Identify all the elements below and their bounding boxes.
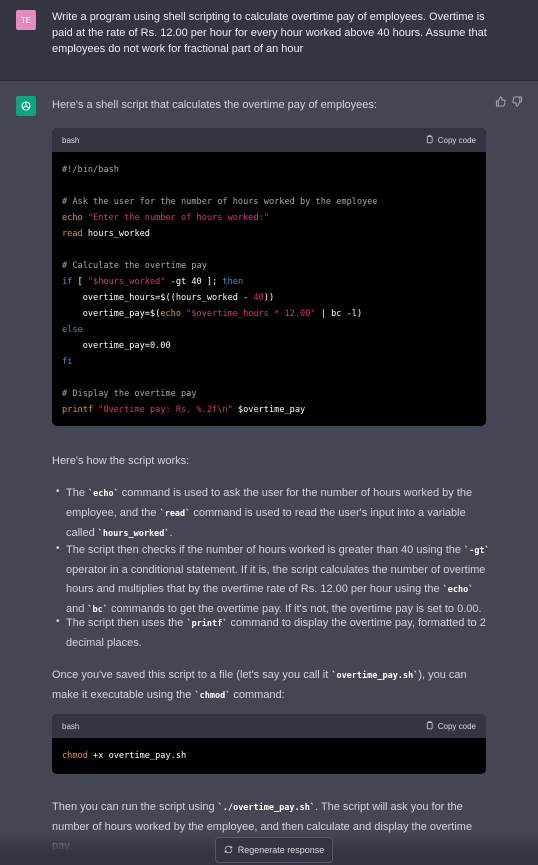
- code-header: bash Copy code: [52, 128, 486, 152]
- regenerate-label: Regenerate response: [237, 845, 325, 855]
- code-line: fi: [62, 357, 73, 367]
- inline-code: `echo`: [88, 489, 119, 499]
- code-command: chmod: [62, 751, 88, 761]
- user-message-row: TE Write a program using shell scripting…: [0, 0, 538, 81]
- text-fragment: The script then uses the: [66, 617, 187, 629]
- code-line: #!/bin/bash: [62, 165, 119, 175]
- inline-code: `-gt`: [464, 546, 490, 556]
- clipboard-icon: [425, 134, 434, 146]
- thumbs-down-icon[interactable]: [512, 96, 523, 110]
- code-body: #!/bin/bash # Ask the user for the numbe…: [52, 152, 486, 426]
- inline-code: `chmod`: [194, 691, 231, 701]
- copy-code-label: Copy code: [437, 135, 476, 145]
- text-fragment: .: [169, 527, 173, 539]
- code-language: bash: [62, 721, 80, 731]
- save-paragraph: Once you've saved this script to a file …: [52, 666, 492, 706]
- text-fragment: operator in a conditional statement. If …: [66, 564, 486, 595]
- list-item: The script then uses the `printf` comman…: [66, 614, 490, 653]
- text-fragment: Once you've saved this script to a file …: [52, 669, 332, 681]
- bullet-marker: •: [56, 616, 60, 627]
- regenerate-response-button[interactable]: Regenerate response: [215, 837, 333, 863]
- assistant-intro: Here's a shell script that calculates th…: [52, 99, 377, 111]
- code-line: # Ask the user for the number of hours w…: [62, 197, 378, 207]
- inline-code: `printf`: [186, 619, 228, 629]
- user-avatar: TE: [16, 10, 36, 30]
- code-line: # Display the overtime pay: [62, 389, 197, 399]
- how-heading: Here's how the script works:: [52, 455, 190, 467]
- code-line: if [ "$hours_worked" -gt 40 ]; then: [62, 277, 244, 287]
- thumbs-up-icon[interactable]: [495, 96, 506, 110]
- text-fragment: The script then checks if the number of …: [66, 544, 465, 556]
- inline-code: `overtime_pay.sh`: [331, 671, 419, 681]
- bullet-marker: •: [56, 486, 60, 497]
- clipboard-icon: [425, 720, 434, 732]
- copy-code-button[interactable]: Copy code: [425, 134, 476, 146]
- inline-code: `hours_worked`: [97, 529, 170, 539]
- text-fragment: command:: [230, 689, 285, 701]
- refresh-icon: [224, 845, 233, 856]
- code-line: overtime_hours=$((hours_worked - 40)): [62, 293, 275, 303]
- text-fragment: The: [66, 487, 89, 499]
- copy-code-label: Copy code: [437, 721, 476, 731]
- code-header: bash Copy code: [52, 714, 486, 738]
- code-line: read hours_worked: [62, 229, 150, 239]
- code-line: echo "Enter the number of hours worked:": [62, 213, 269, 223]
- text-fragment: Then you can run the script using: [52, 801, 218, 813]
- inline-code: `./overtime_pay.sh`: [217, 803, 315, 813]
- code-line: # Calculate the overtime pay: [62, 261, 207, 271]
- code-line: overtime_pay=0.00: [62, 341, 171, 351]
- list-item: The `echo` command is used to ask the us…: [66, 484, 490, 544]
- code-block-1: bash Copy code #!/bin/bash # Ask the use…: [52, 128, 486, 426]
- chatgpt-logo-icon: [16, 96, 36, 116]
- user-message-text: Write a program using shell scripting to…: [52, 11, 487, 55]
- inline-code: `read`: [159, 509, 191, 519]
- code-body: chmod +x overtime_pay.sh: [52, 738, 486, 774]
- code-line: printf "Overtime pay: Rs. %.2f\n" $overt…: [62, 405, 306, 415]
- code-args: +x overtime_pay.sh: [87, 751, 187, 761]
- code-line: else: [62, 325, 83, 335]
- bullet-marker: •: [56, 543, 60, 554]
- inline-code: `echo`: [442, 585, 474, 595]
- code-language: bash: [62, 135, 80, 145]
- list-item: The script then checks if the number of …: [66, 541, 490, 620]
- copy-code-button[interactable]: Copy code: [425, 720, 476, 732]
- code-line: overtime_pay=$(echo "$overtime_hours * 1…: [62, 309, 363, 319]
- code-block-2: bash Copy code chmod +x overtime_pay.sh: [52, 714, 486, 774]
